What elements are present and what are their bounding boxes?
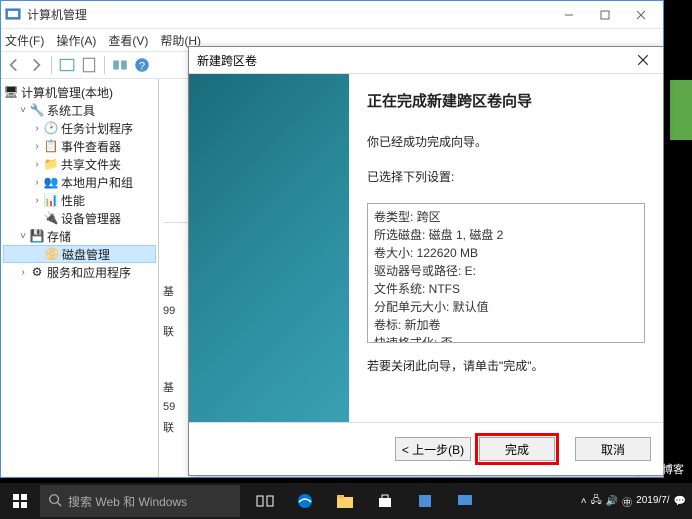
wizard-heading: 正在完成新建跨区卷向导 xyxy=(367,90,645,111)
menu-view[interactable]: 查看(V) xyxy=(108,32,148,49)
tree-local-users[interactable]: ›👥本地用户和组 xyxy=(3,173,156,191)
setting-row: 快速格式化: 否 xyxy=(374,334,638,343)
search-icon xyxy=(48,493,62,510)
tree-event-viewer[interactable]: ›📋事件查看器 xyxy=(3,137,156,155)
wrench-icon: 🔧 xyxy=(29,102,45,118)
tree-shared-folders[interactable]: ›📁共享文件夹 xyxy=(3,155,156,173)
search-placeholder: 搜索 Web 和 Windows xyxy=(68,493,187,510)
maximize-button[interactable] xyxy=(587,4,623,26)
system-tray[interactable]: ˄ 🖧 🔊 ㊥ 2019/7/ 💬 xyxy=(581,493,692,510)
disk-icon: 📀 xyxy=(44,246,60,262)
up-icon[interactable] xyxy=(58,56,76,74)
help-icon[interactable]: ? xyxy=(133,56,151,74)
tree-system-tools[interactable]: ˅🔧系统工具 xyxy=(3,101,156,119)
menu-action[interactable]: 操作(A) xyxy=(56,32,96,49)
tree-performance[interactable]: ›📊性能 xyxy=(3,191,156,209)
close-button[interactable] xyxy=(623,4,659,26)
forward-icon[interactable] xyxy=(27,56,45,74)
window-title: 计算机管理 xyxy=(27,6,551,23)
watermark: ©51CTO博客 xyxy=(619,461,684,477)
ime-icon[interactable]: ㊥ xyxy=(622,494,632,509)
finish-button[interactable]: 完成 xyxy=(479,437,555,461)
setting-row: 文件系统: NTFS xyxy=(374,280,638,298)
wizard-button-row: < 上一步(B) 完成 取消 xyxy=(189,423,663,475)
perf-icon: 📊 xyxy=(43,192,59,208)
wizard-titlebar[interactable]: 新建跨区卷 xyxy=(189,47,663,73)
device-icon: 🔌 xyxy=(43,210,59,226)
edge-icon[interactable] xyxy=(286,483,324,519)
side-widget xyxy=(670,80,692,140)
taskbar: 搜索 Web 和 Windows ˄ 🖧 🔊 ㊥ 2019/7/ 💬 xyxy=(0,483,692,519)
computer-management-taskbar-icon[interactable] xyxy=(446,483,484,519)
storage-icon: 💾 xyxy=(29,228,45,244)
users-icon: 👥 xyxy=(43,174,59,190)
computer-icon: 🖥 xyxy=(3,84,19,100)
notifications-icon[interactable]: 💬 xyxy=(674,496,686,507)
nav-tree[interactable]: 🖥计算机管理(本地) ˅🔧系统工具 ›🕑任务计划程序 ›📋事件查看器 ›📁共享文… xyxy=(1,79,159,477)
app-icon xyxy=(5,7,21,23)
tree-root[interactable]: 🖥计算机管理(本地) xyxy=(3,83,156,101)
tree-disk-management[interactable]: 📀磁盘管理 xyxy=(3,245,156,263)
setting-row: 驱动器号或路径: E: xyxy=(374,262,638,280)
search-box[interactable]: 搜索 Web 和 Windows xyxy=(40,485,240,517)
volume-icon[interactable]: 🔊 xyxy=(606,496,618,507)
setting-row: 卷类型: 跨区 xyxy=(374,208,638,226)
tree-services-apps[interactable]: ›⚙服务和应用程序 xyxy=(3,263,156,281)
task-view-button[interactable] xyxy=(246,483,284,519)
tree-task-scheduler[interactable]: ›🕑任务计划程序 xyxy=(3,119,156,137)
wizard-close-button[interactable] xyxy=(631,51,655,69)
titlebar[interactable]: 计算机管理 xyxy=(1,1,663,29)
wizard-title: 新建跨区卷 xyxy=(197,52,257,69)
back-icon[interactable] xyxy=(5,56,23,74)
wizard-hint: 若要关闭此向导，请单击"完成"。 xyxy=(367,357,645,374)
explorer-icon[interactable] xyxy=(326,483,364,519)
setting-row: 所选磁盘: 磁盘 1, 磁盘 2 xyxy=(374,226,638,244)
refresh-icon[interactable] xyxy=(111,56,129,74)
event-icon: 📋 xyxy=(43,138,59,154)
svg-text:?: ? xyxy=(139,61,145,73)
wizard-done-message: 你已经成功完成向导。 xyxy=(367,133,645,150)
taskbar-app-icon[interactable] xyxy=(406,483,444,519)
wizard-sidebar-image xyxy=(189,74,349,422)
tree-storage[interactable]: ˅💾存储 xyxy=(3,227,156,245)
properties-icon[interactable] xyxy=(80,56,98,74)
tree-device-manager[interactable]: 🔌设备管理器 xyxy=(3,209,156,227)
minimize-button[interactable] xyxy=(551,4,587,26)
network-icon[interactable]: 🖧 xyxy=(591,493,602,510)
setting-row: 卷标: 新加卷 xyxy=(374,316,638,334)
wizard-selected-label: 已选择下列设置: xyxy=(367,168,645,185)
store-icon[interactable] xyxy=(366,483,404,519)
folder-icon: 📁 xyxy=(43,156,59,172)
setting-row: 分配单元大小: 默认值 xyxy=(374,298,638,316)
start-button[interactable] xyxy=(0,483,40,519)
clock[interactable]: 2019/7/ xyxy=(636,495,669,507)
clock-icon: 🕑 xyxy=(43,120,59,136)
new-spanned-volume-wizard: 新建跨区卷 正在完成新建跨区卷向导 你已经成功完成向导。 已选择下列设置: 卷类… xyxy=(188,46,664,476)
tray-chevron-icon[interactable]: ˄ xyxy=(581,496,587,507)
services-icon: ⚙ xyxy=(29,264,45,280)
wizard-settings-list[interactable]: 卷类型: 跨区 所选磁盘: 磁盘 1, 磁盘 2 卷大小: 122620 MB … xyxy=(367,203,645,343)
cancel-button[interactable]: 取消 xyxy=(575,437,651,461)
back-button[interactable]: < 上一步(B) xyxy=(395,437,471,461)
menu-file[interactable]: 文件(F) xyxy=(5,32,44,49)
setting-row: 卷大小: 122620 MB xyxy=(374,244,638,262)
